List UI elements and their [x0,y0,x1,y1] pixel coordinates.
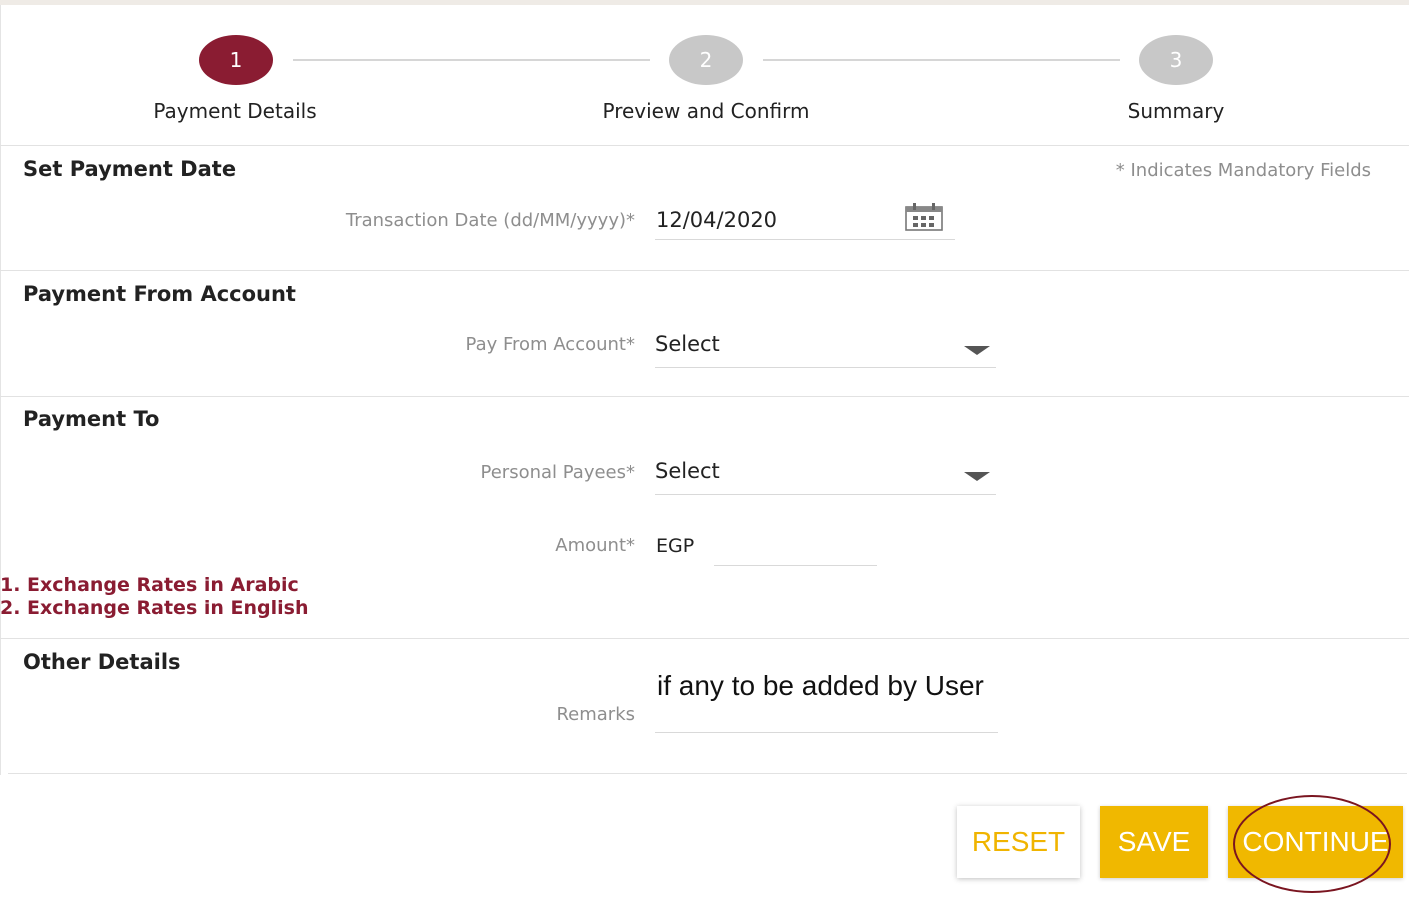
reset-button[interactable]: RESET [957,806,1080,878]
calendar-icon[interactable] [904,202,944,232]
amount-label: Amount* [555,535,635,556]
form-bottom-divider [8,773,1407,774]
section-divider [0,270,1409,271]
continue-button[interactable]: CONTINUE [1228,806,1403,878]
payment-from-account-title: Payment From Account [23,282,296,306]
chevron-down-icon [964,346,990,355]
transaction-date-input[interactable]: 12/04/2020 [656,208,777,232]
exchange-rates-arabic-link[interactable]: 1. Exchange Rates in Arabic [0,574,299,596]
section-divider [0,638,1409,639]
currency-code: EGP [656,535,695,557]
personal-payees-select[interactable]: Select [655,455,996,495]
pay-from-account-value: Select [655,332,720,356]
step-3-indicator: 3 [1139,35,1213,85]
exchange-rates-english-link[interactable]: 2. Exchange Rates in English [0,597,309,619]
transaction-date-label: Transaction Date (dd/MM/yyyy)* [345,210,635,231]
pay-from-account-select[interactable]: Select [655,328,996,368]
amount-underline [714,565,877,566]
step-2-indicator: 2 [669,35,743,85]
transaction-date-underline [655,239,955,240]
personal-payees-label: Personal Payees* [480,462,636,483]
pay-from-account-underline [655,367,996,368]
other-details-title: Other Details [23,650,181,674]
section-divider [0,145,1409,146]
step-connector-2 [763,59,1120,61]
step-1-label: Payment Details [153,99,317,123]
step-2-label: Preview and Confirm [602,99,810,123]
section-divider [0,396,1409,397]
step-1-indicator: 1 [199,35,273,85]
chevron-down-icon [964,472,990,481]
personal-payees-value: Select [655,459,720,483]
save-button[interactable]: SAVE [1100,806,1208,878]
remarks-input[interactable]: if any to be added by User [657,670,984,702]
set-payment-date-title: Set Payment Date [23,157,237,181]
mandatory-fields-note: * Indicates Mandatory Fields [1115,160,1371,181]
step-3-label: Summary [1127,99,1225,123]
pay-from-account-label: Pay From Account* [465,334,635,355]
step-connector-1 [293,59,650,61]
payment-to-title: Payment To [23,407,160,431]
remarks-label: Remarks [556,704,635,725]
remarks-underline [655,732,998,733]
personal-payees-underline [655,494,996,495]
amount-input[interactable] [714,533,877,563]
